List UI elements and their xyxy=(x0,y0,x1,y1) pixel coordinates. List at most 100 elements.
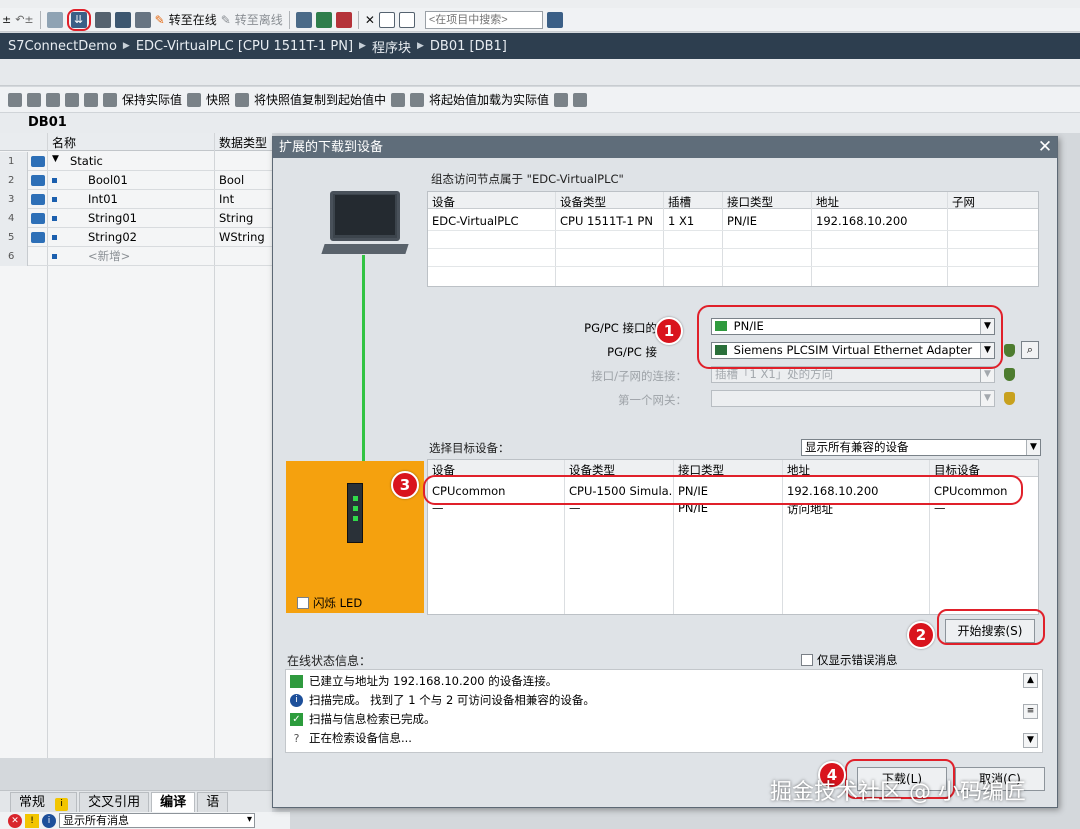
step-badge-1: 1 xyxy=(655,317,683,345)
first-gateway-select[interactable]: ▼ xyxy=(711,390,995,407)
table-row[interactable]: 5 String02 WString xyxy=(0,228,272,247)
tab-cross-reference[interactable]: 交叉引用 xyxy=(79,792,150,812)
copy-snapshot-icon[interactable] xyxy=(235,92,250,107)
download-to-device-button[interactable]: ⇊ xyxy=(66,8,91,31)
variable-name: Int01 xyxy=(88,192,118,206)
toolbar-separator xyxy=(39,10,41,29)
scroll-down-icon[interactable]: ▼ xyxy=(1023,733,1038,748)
chevron-down-icon: ▼ xyxy=(980,367,994,382)
go-offline-button[interactable]: ✎ 转至离线 xyxy=(221,11,283,29)
db-variable-icon xyxy=(31,213,45,224)
column-type-header[interactable]: 数据类型 xyxy=(219,134,267,151)
tab-general[interactable]: 常规 i xyxy=(10,792,78,812)
list-item: ✓ 扫描与信息检索已完成。 xyxy=(290,710,436,728)
only-errors-label: 仅显示错误消息 xyxy=(817,653,898,667)
device-icon[interactable] xyxy=(134,11,151,28)
scroll-list-icon[interactable]: ≡ xyxy=(1023,704,1038,719)
variable-name: Bool01 xyxy=(88,173,128,187)
toolbar-separator xyxy=(357,10,359,29)
row-divider xyxy=(428,266,1038,267)
breadcrumb-arrow-icon: ▶ xyxy=(122,41,130,51)
expand-triangle-icon[interactable]: ▼ xyxy=(52,154,59,164)
info-filter-icon[interactable]: i xyxy=(42,813,56,828)
target-device-filter-select[interactable]: 显示所有兼容的设备 ▼ xyxy=(801,439,1041,456)
monitor-icon[interactable] xyxy=(103,92,117,107)
go-online-label: 转至在线 xyxy=(168,13,217,27)
checkbox-box[interactable] xyxy=(801,654,813,666)
chevron-down-icon: ▼ xyxy=(1026,440,1040,455)
cross-icon[interactable]: ✕ xyxy=(365,11,375,29)
breadcrumb-program-blocks[interactable]: 程序块 xyxy=(372,37,411,56)
status-text: 已建立与地址为 192.168.10.200 的设备连接。 xyxy=(309,674,558,688)
flash-led-checkbox[interactable]: 闪烁 LED xyxy=(297,595,362,611)
load-actual-icon[interactable] xyxy=(554,92,569,107)
toolbar-separator xyxy=(288,10,290,29)
network-link-line xyxy=(362,255,365,485)
undo-icon[interactable]: ↶± xyxy=(15,11,33,29)
snapshot-icon[interactable] xyxy=(187,92,202,107)
table-row[interactable]: 6 <新增> xyxy=(0,247,272,266)
insert-row-icon[interactable] xyxy=(8,92,22,107)
table-row[interactable]: 3 Int01 Int xyxy=(0,190,272,209)
tab-general-label: 常规 xyxy=(19,795,46,810)
chevron-down-icon: ▼ xyxy=(980,391,994,406)
split-vertical-icon[interactable] xyxy=(398,11,415,28)
list-icon[interactable] xyxy=(84,92,98,107)
copy-snapshot-to-start-button[interactable]: 将快照值复制到起始值中 xyxy=(254,91,386,108)
db-toolbar: 保持实际值 快照 将快照值复制到起始值中 将起始值加载为实际值 xyxy=(0,87,1080,113)
table-row[interactable]: 4 String01 String xyxy=(0,209,272,228)
breadcrumb: S7ConnectDemo ▶ EDC-VirtualPLC [CPU 1511… xyxy=(0,33,1080,59)
simulation-icon[interactable] xyxy=(114,11,131,28)
load-start-as-actual-button[interactable]: 将起始值加载为实际值 xyxy=(429,91,549,108)
target-device-label: 选择目标设备： xyxy=(429,441,510,455)
load-icon[interactable] xyxy=(391,92,406,107)
close-icon[interactable]: ✕ xyxy=(1035,138,1055,156)
pg-pc-keyboard xyxy=(321,244,409,254)
compile-icon[interactable] xyxy=(46,11,63,28)
plc-device-icon xyxy=(347,483,363,543)
collapse-icon[interactable] xyxy=(65,92,79,107)
column-divider xyxy=(811,192,812,286)
load-start-icon[interactable] xyxy=(410,92,425,107)
table-row[interactable]: 2 Bool01 Bool xyxy=(0,171,272,190)
table-row[interactable]: 1 ▼ Static xyxy=(0,152,272,171)
column-name-header[interactable]: 名称 xyxy=(52,134,76,151)
keep-actual-values-button[interactable]: 保持实际值 xyxy=(122,91,182,108)
stop-cpu-icon[interactable] xyxy=(335,11,352,28)
target-filter-value: 显示所有兼容的设备 xyxy=(805,440,909,454)
start-search-highlight xyxy=(937,609,1045,645)
start-cpu-icon[interactable] xyxy=(315,11,332,28)
breadcrumb-project[interactable]: S7ConnectDemo xyxy=(8,39,117,54)
search-binoculars-icon[interactable] xyxy=(546,11,563,28)
go-online-button[interactable]: ✎ 转至在线 xyxy=(155,11,217,29)
dialog-title: 扩展的下载到设备 xyxy=(273,137,1057,158)
save-icon[interactable]: ± xyxy=(2,11,11,29)
properties-search-icon[interactable]: ⌕ xyxy=(1021,341,1039,359)
header-address: 地址 xyxy=(816,195,839,209)
header-device: 设备 xyxy=(432,195,455,209)
snapshot-button[interactable]: 快照 xyxy=(206,91,230,108)
split-horizontal-icon[interactable] xyxy=(378,11,395,28)
checkbox-box[interactable] xyxy=(297,597,309,609)
tab-syntax[interactable]: 语 xyxy=(197,792,229,812)
load-actual-icon-2[interactable] xyxy=(573,92,588,107)
tab-compile[interactable]: 编译 xyxy=(151,792,196,812)
config-device-cell: EDC-VirtualPLC xyxy=(432,214,519,228)
bullet-icon xyxy=(52,216,57,221)
bullet-icon xyxy=(52,254,57,259)
add-new-row[interactable]: <新增> xyxy=(88,247,130,266)
message-filter-select[interactable]: 显示所有消息 xyxy=(59,813,255,828)
breadcrumb-plc[interactable]: EDC-VirtualPLC [CPU 1511T-1 PN] xyxy=(136,39,353,54)
project-search-input[interactable] xyxy=(424,10,543,29)
upload-icon[interactable] xyxy=(94,11,111,28)
only-errors-checkbox[interactable]: 仅显示错误消息 xyxy=(801,652,898,668)
db-editor-table: 名称 数据类型 1 ▼ Static 2 Bool01 Bool 3 Int01… xyxy=(0,133,272,758)
breadcrumb-db[interactable]: DB01 [DB1] xyxy=(430,39,507,54)
warning-icon[interactable]: ! xyxy=(25,813,39,828)
expand-icon[interactable] xyxy=(46,92,60,107)
error-icon[interactable]: ✕ xyxy=(8,813,22,828)
accessible-devices-icon[interactable] xyxy=(295,11,312,28)
variable-type: String xyxy=(219,211,254,225)
scroll-up-icon[interactable]: ▲ xyxy=(1023,673,1038,688)
add-row-icon[interactable] xyxy=(27,92,41,107)
